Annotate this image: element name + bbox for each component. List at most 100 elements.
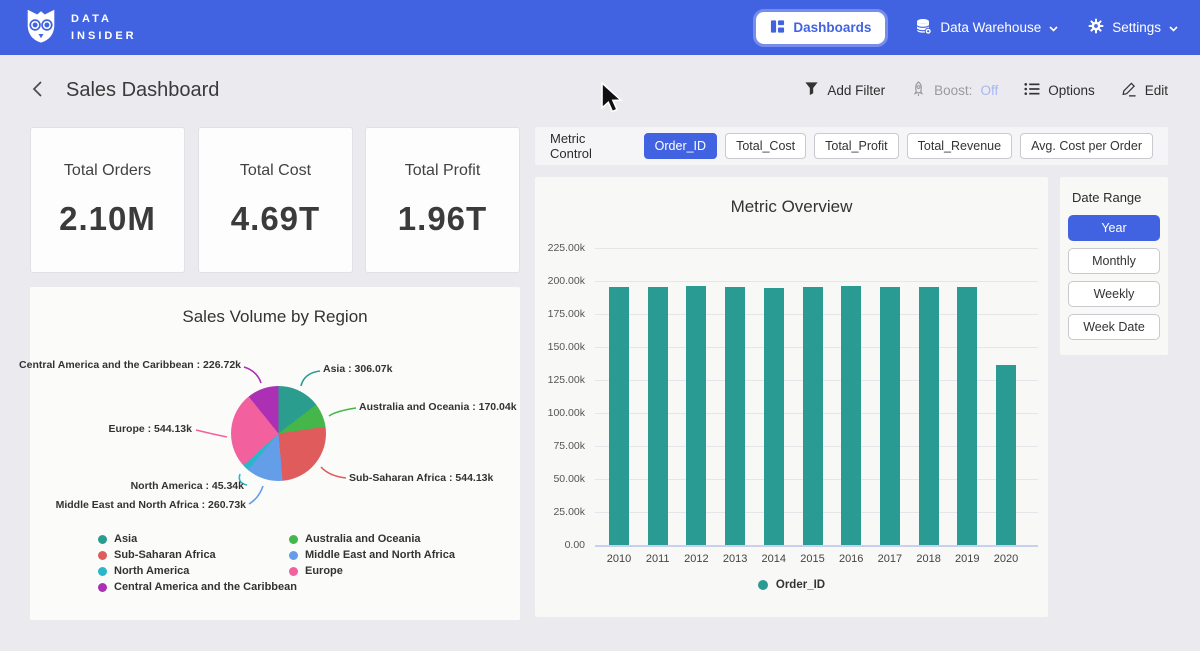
dashboards-label: Dashboards — [793, 20, 871, 35]
pencil-icon — [1121, 81, 1137, 100]
x-axis-tick: 2017 — [878, 553, 902, 565]
bar-2010[interactable] — [609, 287, 629, 545]
bar-chart-legend[interactable]: Order_ID — [535, 579, 1048, 591]
kpi-card-total-profit: Total Profit 1.96T — [365, 127, 520, 273]
date-range-buttons: Year Monthly Weekly Week Date — [1068, 215, 1160, 340]
kpi-value: 4.69T — [231, 200, 320, 238]
owl-logo-icon — [22, 6, 60, 49]
kpi-value: 2.10M — [59, 200, 156, 238]
metric-button-total-cost[interactable]: Total_Cost — [725, 133, 806, 159]
brand-line2: INSIDER — [71, 28, 137, 45]
list-icon — [1024, 82, 1040, 99]
pie-legend-central-america-and-the-caribbean[interactable]: Central America and the Caribbean — [98, 581, 297, 593]
options-button[interactable]: Options — [1024, 82, 1095, 99]
x-axis-tick: 2018 — [916, 553, 940, 565]
metric-control-bar: Metric Control Order_ID Total_Cost Total_P… — [535, 127, 1168, 165]
date-range-button-year[interactable]: Year — [1068, 215, 1160, 241]
pie-label-middle-east-and-north-africa: Middle East and North Africa : 260.73k — [56, 499, 246, 511]
pie-legend-middle-east-and-north-africa[interactable]: Middle East and North Africa — [289, 549, 455, 561]
legend-dot-icon — [98, 583, 107, 592]
pie-legend-australia-and-oceania[interactable]: Australia and Oceania — [289, 533, 421, 545]
bar-2012[interactable] — [686, 286, 706, 545]
pie-chart-panel: Sales Volume by Region Asia : 306.07kAus… — [30, 287, 520, 620]
x-axis-tick: 2012 — [684, 553, 708, 565]
date-range-button-weekly[interactable]: Weekly — [1068, 281, 1160, 307]
page-title: Sales Dashboard — [66, 79, 219, 102]
back-button[interactable] — [32, 80, 43, 101]
x-axis-tick: 2011 — [646, 553, 670, 565]
legend-dot-icon — [98, 567, 107, 576]
boost-state: Off — [980, 83, 998, 98]
metric-button-total-profit[interactable]: Total_Profit — [814, 133, 899, 159]
legend-dot-icon — [289, 535, 298, 544]
brand-line1: DATA — [71, 11, 137, 28]
y-axis-tick: 75.00k — [535, 440, 585, 452]
bar-2019[interactable] — [957, 287, 977, 545]
legend-label: Europe — [305, 565, 343, 577]
add-filter-button[interactable]: Add Filter — [804, 81, 885, 99]
kpi-label: Total Profit — [405, 162, 481, 180]
pie-label-asia: Asia : 306.07k — [323, 363, 392, 375]
bar-2016[interactable] — [841, 286, 861, 545]
bar-2018[interactable] — [919, 287, 939, 545]
kpi-label: Total Orders — [64, 162, 151, 180]
app-window: DATA INSIDER Dashboards — [0, 0, 1200, 651]
pie-legend-asia[interactable]: Asia — [98, 533, 137, 545]
y-axis-tick: 0.00 — [535, 539, 585, 551]
date-range-button-week-date[interactable]: Week Date — [1068, 314, 1160, 340]
header-actions: Add Filter Boost: Off — [804, 81, 1168, 100]
pie-chart[interactable] — [231, 386, 326, 481]
metric-button-avg-cost-per-order[interactable]: Avg. Cost per Order — [1020, 133, 1153, 159]
metric-button-order-id[interactable]: Order_ID — [644, 133, 717, 159]
legend-label: North America — [114, 565, 189, 577]
dashboards-button[interactable]: Dashboards — [756, 12, 885, 44]
kpi-label: Total Cost — [240, 162, 311, 180]
pie-label-sub-saharan-africa: Sub-Saharan Africa : 544.13k — [349, 472, 493, 484]
legend-dot-icon — [289, 567, 298, 576]
chevron-left-icon — [32, 80, 43, 101]
bar-2020[interactable] — [996, 365, 1016, 545]
bar-2017[interactable] — [880, 287, 900, 545]
x-axis-tick: 2010 — [607, 553, 631, 565]
metric-buttons: Order_ID Total_Cost Total_Profit Total_Reve… — [644, 133, 1153, 159]
x-axis-tick: 2020 — [994, 553, 1018, 565]
date-range-label: Date Range — [1072, 190, 1160, 205]
pie-legend-sub-saharan-africa[interactable]: Sub-Saharan Africa — [98, 549, 216, 561]
x-axis-tick: 2014 — [762, 553, 786, 565]
bar-2011[interactable] — [648, 287, 668, 545]
pie-legend-north-america[interactable]: North America — [98, 565, 189, 577]
navbar-menu: Dashboards Data Warehouse — [756, 12, 1178, 44]
legend-label: Central America and the Caribbean — [114, 581, 297, 593]
bar-2015[interactable] — [803, 287, 823, 545]
options-label: Options — [1048, 83, 1095, 98]
database-icon — [915, 18, 932, 38]
legend-dot-icon — [758, 580, 768, 590]
date-range-button-monthly[interactable]: Monthly — [1068, 248, 1160, 274]
x-axis-tick: 2013 — [723, 553, 747, 565]
legend-label: Australia and Oceania — [305, 533, 421, 545]
data-warehouse-menu[interactable]: Data Warehouse — [915, 18, 1058, 38]
legend-label: Middle East and North Africa — [305, 549, 455, 561]
y-axis-tick: 150.00k — [535, 341, 585, 353]
bar-2013[interactable] — [725, 287, 745, 545]
pie-legend-europe[interactable]: Europe — [289, 565, 343, 577]
bar-2014[interactable] — [764, 288, 784, 545]
edit-button[interactable]: Edit — [1121, 81, 1168, 100]
y-axis-tick: 25.00k — [535, 506, 585, 518]
add-filter-label: Add Filter — [827, 83, 885, 98]
pie-label-australia-and-oceania: Australia and Oceania : 170.04k — [359, 401, 517, 413]
boost-label: Boost: — [934, 83, 972, 98]
x-axis-tick: 2016 — [839, 553, 863, 565]
kpi-card-total-orders: Total Orders 2.10M — [30, 127, 185, 273]
x-axis-line — [595, 545, 1038, 547]
boost-toggle[interactable]: Boost: Off — [911, 81, 998, 100]
metric-control-label: Metric Control — [550, 131, 630, 161]
y-axis-tick: 225.00k — [535, 242, 585, 254]
settings-label: Settings — [1112, 20, 1161, 35]
settings-menu[interactable]: Settings — [1088, 18, 1178, 37]
kpi-value: 1.96T — [398, 200, 487, 238]
filter-funnel-icon — [804, 81, 819, 99]
metric-button-total-revenue[interactable]: Total_Revenue — [907, 133, 1012, 159]
gear-icon — [1088, 18, 1104, 37]
bar-chart-panel: Metric Overview 225.00k200.00k175.00k150… — [535, 177, 1048, 617]
